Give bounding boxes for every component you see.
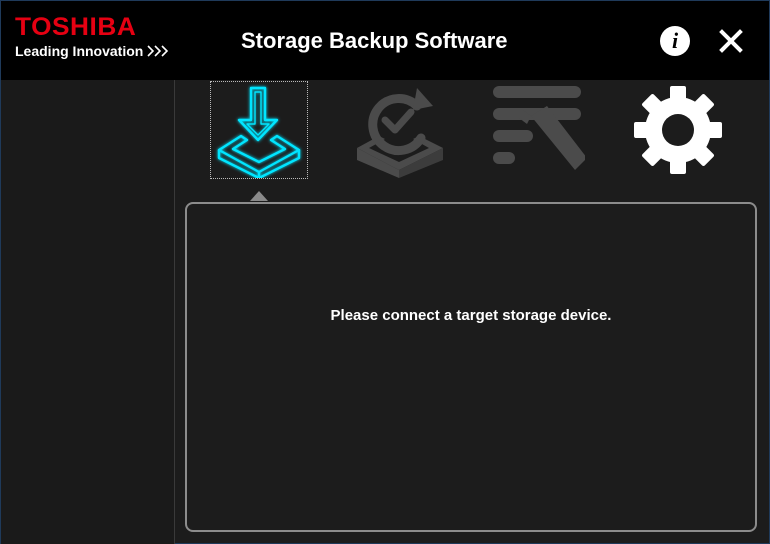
left-pane	[1, 80, 175, 544]
brand-name: TOSHIBA	[15, 13, 137, 41]
restore-icon	[357, 88, 443, 178]
info-icon: i	[671, 28, 679, 53]
close-icon	[719, 29, 743, 53]
info-button[interactable]: i	[660, 26, 690, 56]
edit-list-tool-button[interactable]	[489, 82, 585, 178]
backup-tool-button[interactable]	[210, 81, 308, 179]
settings-tool-button[interactable]	[630, 82, 726, 178]
close-button[interactable]	[718, 28, 744, 54]
backup-download-icon	[217, 86, 301, 178]
brand-tagline: Leading Innovation	[15, 43, 171, 59]
brand-tagline-text: Leading Innovation	[15, 43, 144, 59]
content-panel: Please connect a target storage device.	[185, 202, 757, 532]
status-message: Please connect a target storage device.	[330, 307, 612, 324]
title-bar: TOSHIBA Leading Innovation Storage Backu…	[1, 1, 769, 80]
window-title-container: Storage Backup Software	[241, 28, 541, 54]
chevrons-icon	[147, 45, 171, 57]
restore-tool-button[interactable]	[347, 82, 443, 178]
window-title: Storage Backup Software	[241, 28, 508, 53]
selection-pointer	[250, 191, 268, 201]
app-window: TOSHIBA Leading Innovation Storage Backu…	[0, 0, 770, 544]
brand-logo: TOSHIBA Leading Innovation	[15, 15, 171, 59]
gear-icon	[634, 86, 722, 174]
edit-list-icon	[493, 86, 585, 170]
